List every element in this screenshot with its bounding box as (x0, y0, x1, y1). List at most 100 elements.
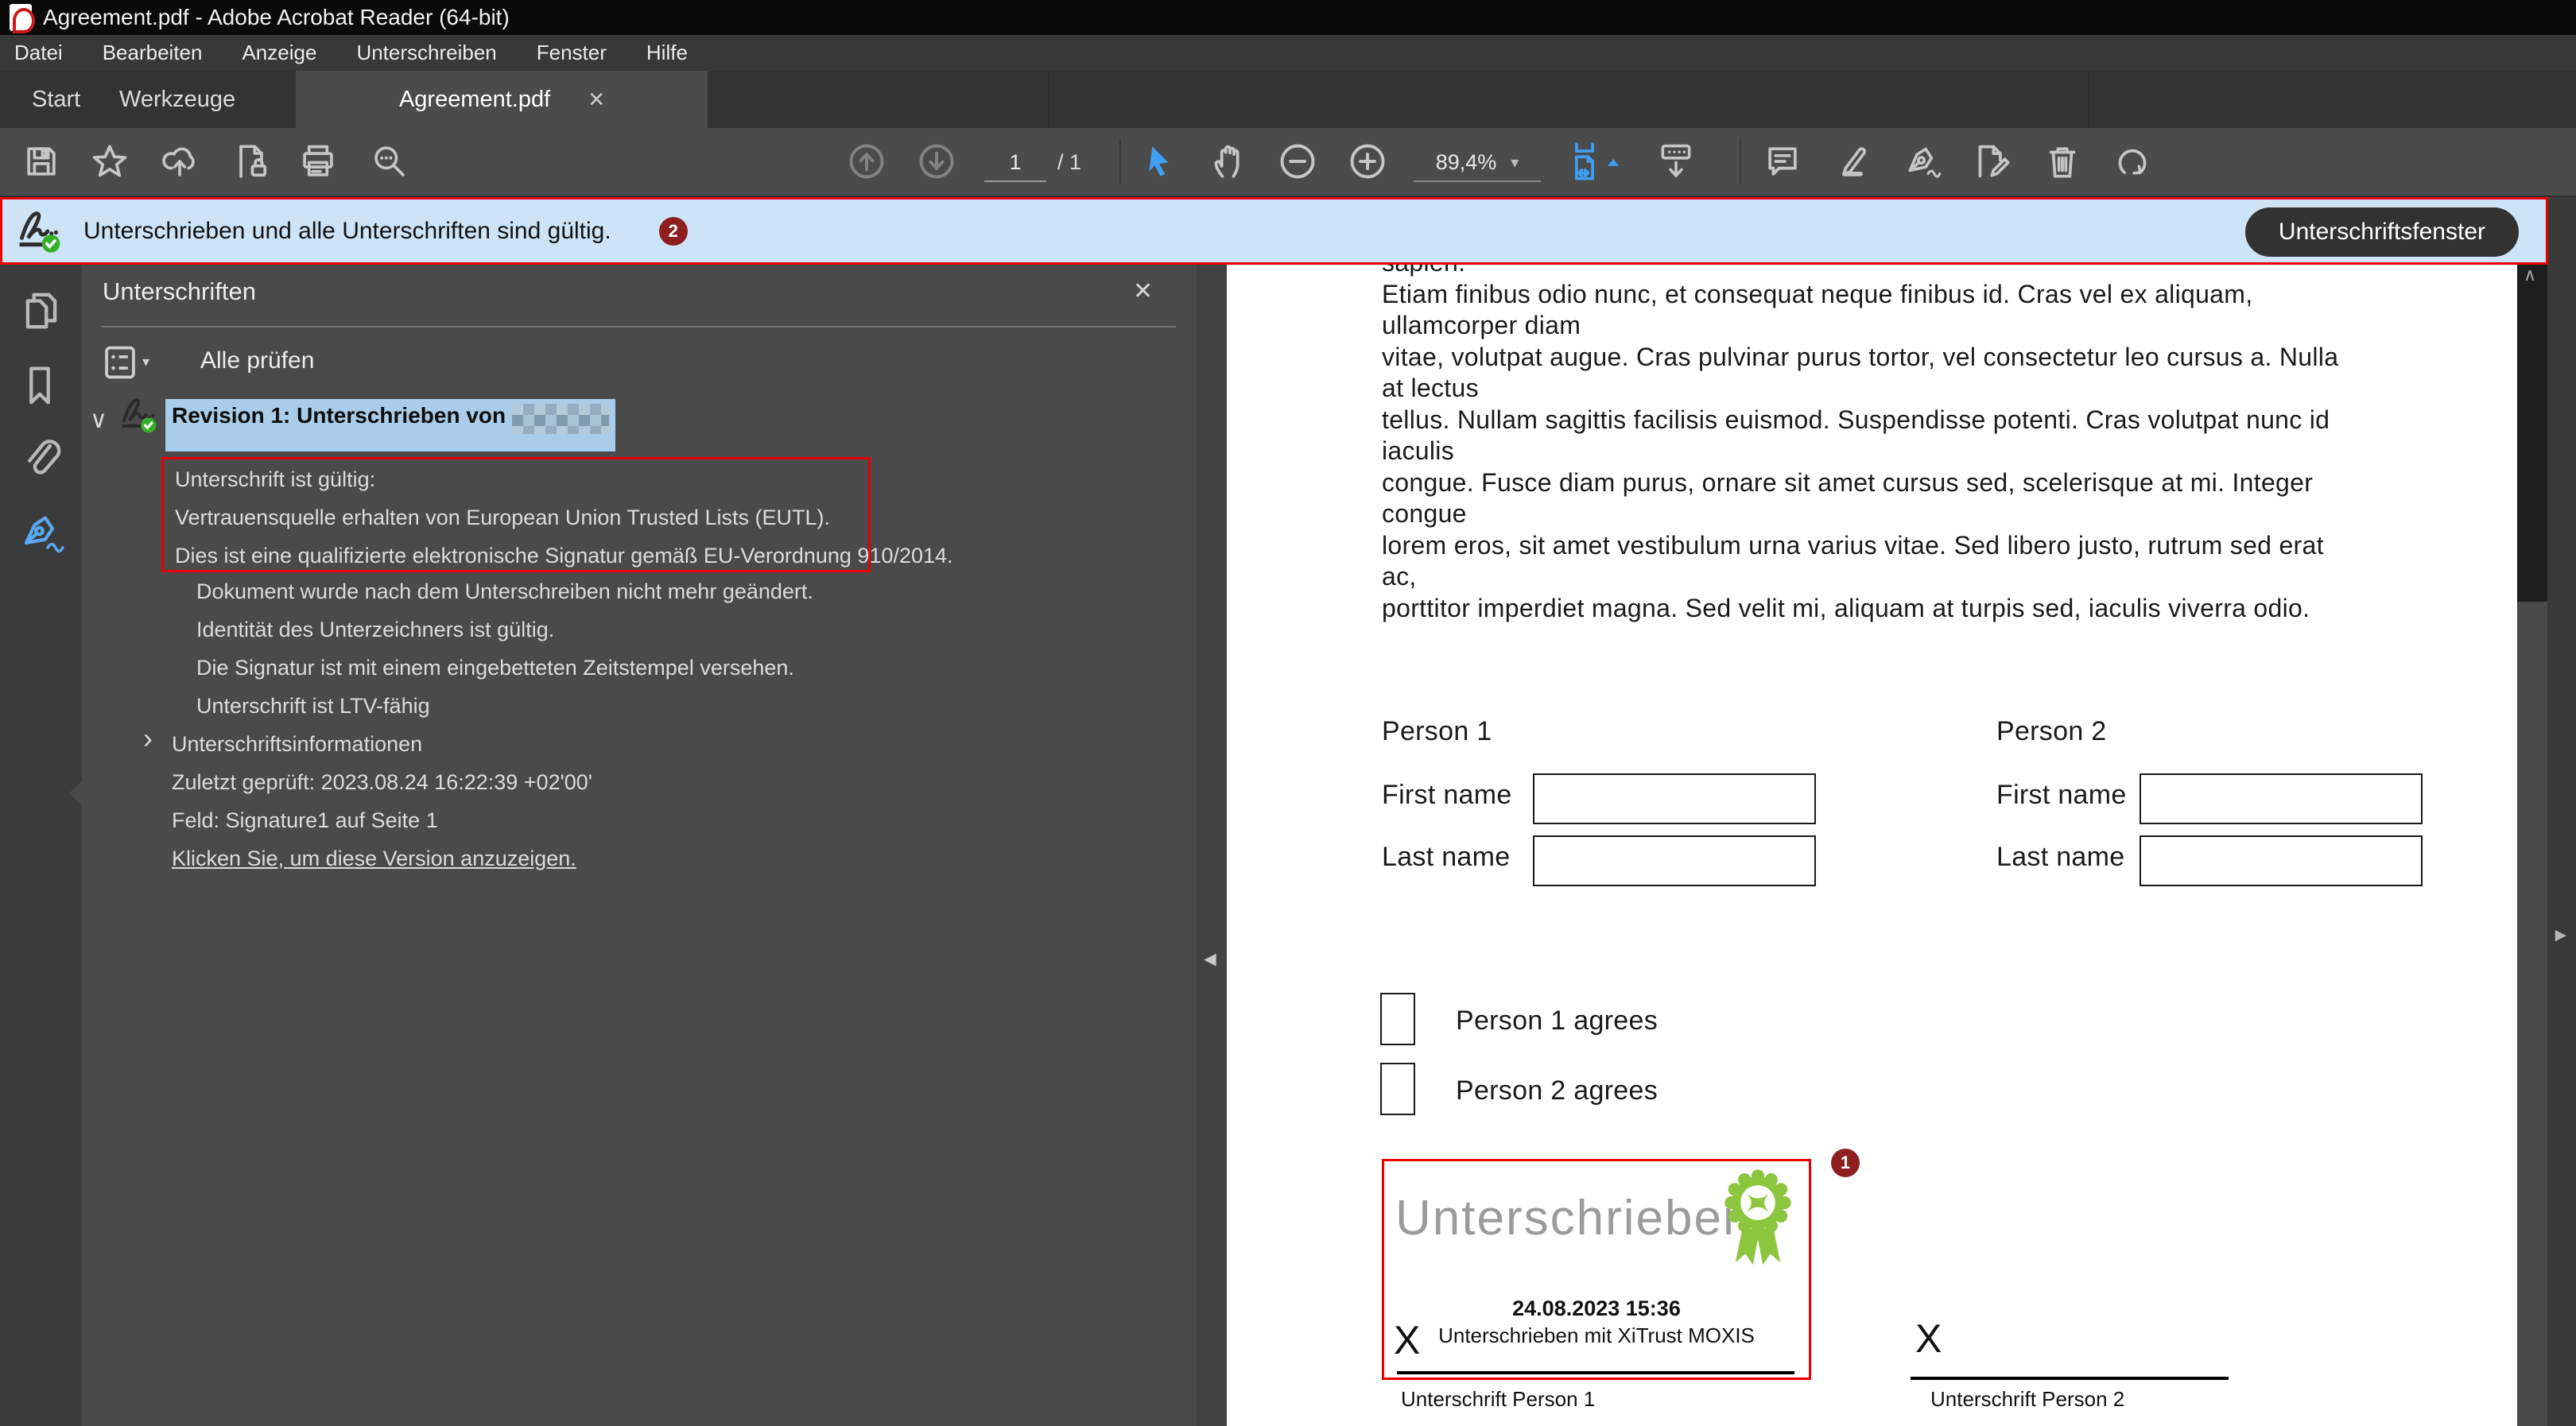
view-version-link[interactable]: Klicken Sie, um diese Version anzuzeigen… (172, 847, 576, 871)
active-panel-notch (69, 781, 82, 805)
tab-start[interactable]: Start (32, 71, 80, 128)
stamp-date: 24.08.2023 15:36 (1384, 1296, 1809, 1321)
person2-first-name-field[interactable] (2140, 773, 2423, 824)
page-thumbnails-button[interactable] (19, 289, 64, 333)
person2-agrees-checkbox[interactable] (1380, 1063, 1415, 1115)
zoom-level-select[interactable]: 89,4% ▾ (1414, 144, 1541, 182)
redo-button[interactable] (2110, 139, 2155, 184)
pointer-icon (1142, 143, 1177, 180)
collapse-panel-icon[interactable]: ◄ (1200, 947, 1220, 971)
edit-document-icon (1973, 143, 2012, 180)
scrollbar-thumb[interactable] (2517, 265, 2547, 602)
previous-page-button[interactable] (844, 139, 889, 184)
bookmark-icon (19, 363, 60, 408)
next-page-button[interactable] (914, 139, 959, 184)
menu-anzeige[interactable]: Anzeige (242, 41, 316, 65)
tools-pane-strip: ► (2547, 265, 2576, 1426)
toolbar-divider (1740, 139, 1741, 184)
protect-document-button[interactable] (229, 139, 274, 184)
comment-icon (1764, 143, 1801, 180)
panel-close-icon[interactable]: ✕ (1133, 277, 1153, 305)
select-tool-button[interactable] (1137, 139, 1181, 184)
hand-tool-button[interactable] (1207, 139, 1251, 184)
stamp-x-mark: X (1394, 1317, 1420, 1363)
person2-last-name-label: Last name (1996, 842, 2124, 873)
status-line: Vertrauensquelle erhalten von European U… (175, 506, 830, 530)
expand-tools-pane-icon[interactable]: ► (2551, 924, 2570, 947)
options-list-icon (102, 343, 138, 382)
detail-line: Unterschrift ist LTV-fähig (196, 694, 430, 719)
acrobat-app-icon (10, 4, 32, 31)
edit-pdf-button[interactable] (1970, 139, 2015, 184)
document-scrollbar[interactable]: ∧ (2517, 265, 2547, 1426)
attachments-button[interactable] (19, 435, 64, 479)
zoom-in-button[interactable] (1345, 139, 1390, 184)
notification-message: Unterschrieben und alle Unterschriften s… (83, 218, 611, 245)
tab-strip: Start Werkzeuge Agreement.pdf × (0, 71, 2576, 128)
page-number-input[interactable]: 1 (984, 144, 1046, 182)
delete-button[interactable] (2040, 139, 2085, 184)
panel-divider-strip: ◄ (1197, 265, 1227, 1426)
toolbar-divider (1119, 139, 1121, 184)
comment-button[interactable] (1760, 139, 1805, 184)
fill-sign-button[interactable] (1900, 139, 1945, 184)
chevron-down-icon[interactable]: ∨ (90, 406, 107, 434)
person1-agrees-checkbox[interactable] (1380, 993, 1415, 1045)
signatures-panel: Unterschriften ✕ ▾ Alle prüfen ∨ Revisio… (82, 265, 1197, 1426)
navigation-pane-strip (0, 265, 82, 1426)
highlight-button[interactable] (1830, 139, 1875, 184)
signature-info-toggle[interactable]: Unterschriftsinformationen (172, 732, 422, 757)
tab-document[interactable]: Agreement.pdf × (296, 71, 708, 128)
menu-fenster[interactable]: Fenster (537, 41, 607, 65)
page-down-icon (918, 142, 956, 180)
pages-icon (19, 289, 64, 333)
page-total-label: / 1 (1057, 144, 1081, 180)
validate-all-button[interactable]: Alle prüfen (200, 347, 314, 374)
cloud-upload-button[interactable] (157, 139, 202, 184)
scroll-up-icon[interactable]: ∧ (2524, 265, 2536, 285)
menu-unterschreiben[interactable]: Unterschreiben (356, 41, 496, 65)
rosette-badge-icon (1718, 1168, 1798, 1273)
chevron-right-icon[interactable]: › (143, 724, 153, 753)
detail-line: Die Signatur ist mit einem eingebetteten… (196, 656, 794, 680)
title-bar: Agreement.pdf - Adobe Acrobat Reader (64… (0, 0, 2576, 35)
tab-close-icon[interactable]: × (588, 86, 604, 113)
person1-last-name-field[interactable] (1533, 835, 1816, 886)
favorites-button[interactable] (87, 139, 132, 184)
person2-heading: Person 2 (1996, 716, 2106, 747)
person1-last-name-label: Last name (1382, 842, 1510, 873)
annotation-count-badge: 1 (1831, 1149, 1860, 1177)
panel-options-button[interactable] (102, 343, 138, 386)
print-button[interactable] (296, 139, 340, 184)
signature-pen-icon (19, 511, 67, 556)
signature-stamp-annotation[interactable]: Unterschrieben 24.08.2023 15:36 Untersch… (1382, 1159, 1811, 1380)
window-title: Agreement.pdf - Adobe Acrobat Reader (64… (43, 5, 510, 30)
save-button[interactable] (19, 139, 64, 184)
hide-toolbar-button[interactable] (1654, 139, 1698, 184)
menu-hilfe[interactable]: Hilfe (646, 41, 688, 65)
person2-last-name-field[interactable] (2140, 835, 2423, 886)
person2-agrees-label: Person 2 agrees (1456, 1075, 1658, 1106)
zoom-out-icon (1278, 142, 1317, 180)
signature2-line[interactable] (1911, 1377, 2229, 1380)
bookmarks-button[interactable] (19, 363, 64, 408)
last-checked-label: Zuletzt geprüft: 2023.08.24 16:22:39 +02… (172, 770, 592, 795)
revision-row[interactable]: Revision 1: Unterschrieben von (165, 399, 615, 451)
person1-first-name-field[interactable] (1533, 773, 1816, 824)
page-fit-button[interactable] (1565, 139, 1625, 184)
acrobat-window: Agreement.pdf - Adobe Acrobat Reader (64… (0, 0, 2576, 1426)
menu-bearbeiten[interactable]: Bearbeiten (103, 41, 203, 65)
star-icon (91, 143, 128, 180)
tab-separator (2088, 71, 2089, 128)
zoom-out-button[interactable] (1275, 139, 1320, 184)
menu-datei[interactable]: Datei (14, 41, 63, 65)
signature-panel-button[interactable]: Unterschriftsfenster (2245, 207, 2519, 257)
tab-werkzeuge[interactable]: Werkzeuge (119, 71, 235, 128)
pen-nib-icon (1903, 143, 1942, 180)
document-lock-icon (233, 143, 270, 180)
notification-count-badge: 2 (659, 217, 688, 246)
person1-agrees-label: Person 1 agrees (1456, 1006, 1658, 1037)
cloud-upload-icon (161, 143, 199, 180)
signatures-panel-button[interactable] (19, 511, 64, 556)
advanced-search-button[interactable] (367, 139, 412, 184)
